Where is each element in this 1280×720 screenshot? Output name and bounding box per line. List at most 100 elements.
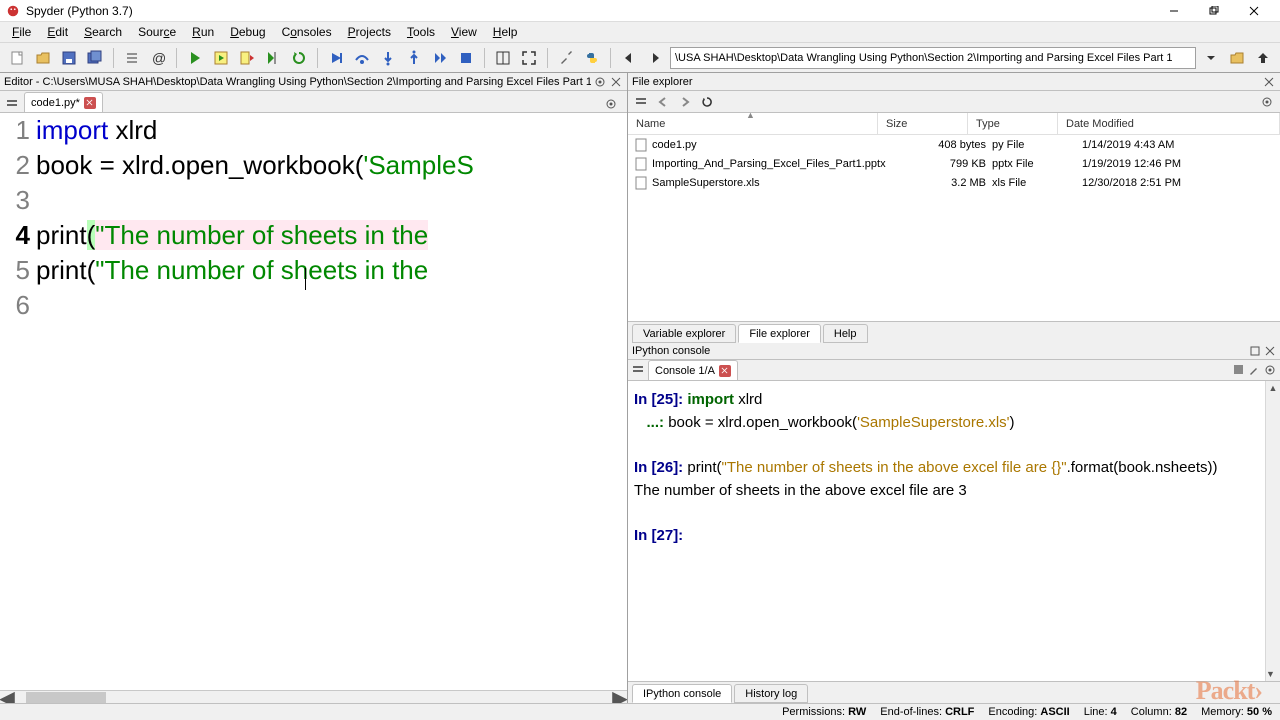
console-tab-close-icon[interactable] (719, 365, 731, 377)
console-tab-list-icon[interactable] (632, 364, 644, 376)
menu-file[interactable]: File (4, 23, 39, 41)
save-all-button[interactable] (84, 47, 106, 69)
parent-dir-button[interactable] (1252, 47, 1274, 69)
python-path-button[interactable] (581, 47, 603, 69)
tab-close-icon[interactable] (84, 97, 96, 109)
tab-file-explorer[interactable]: File explorer (738, 324, 821, 343)
path-dropdown-button[interactable] (1200, 47, 1222, 69)
step-out-button[interactable] (403, 47, 425, 69)
file-date: 1/19/2019 12:46 PM (1082, 158, 1280, 170)
new-file-button[interactable] (6, 47, 28, 69)
continue-button[interactable] (429, 47, 451, 69)
stop-debug-button[interactable] (455, 47, 477, 69)
file-explorer-rows: code1.py408 bytespy File1/14/2019 4:43 A… (628, 135, 1280, 321)
file-row[interactable]: SampleSuperstore.xls3.2 MBxls File12/30/… (628, 173, 1280, 192)
at-button[interactable]: @ (147, 47, 169, 69)
browse-dir-button[interactable] (1226, 47, 1248, 69)
console-edit-icon[interactable] (1248, 364, 1260, 376)
file-type: py File (992, 139, 1082, 151)
fx-refresh-icon[interactable] (698, 93, 716, 111)
sort-indicator-icon: ▲ (746, 110, 755, 120)
statusbar: Permissions: RW End-of-lines: CRLF Encod… (0, 703, 1280, 720)
debug-button[interactable] (325, 47, 347, 69)
layout-button[interactable] (492, 47, 514, 69)
forward-button[interactable] (644, 47, 666, 69)
code-token: print (36, 220, 87, 250)
console-options-icon[interactable] (1264, 364, 1276, 376)
maximize-button[interactable] (1194, 1, 1234, 21)
console-tab[interactable]: Console 1/A (648, 360, 738, 380)
console-max-icon[interactable] (1248, 345, 1261, 358)
col-date[interactable]: Date Modified (1058, 113, 1280, 134)
menubar: File Edit Search Source Run Debug Consol… (0, 22, 1280, 43)
menu-search[interactable]: Search (76, 23, 130, 41)
list-button[interactable] (121, 47, 143, 69)
file-explorer-close-icon[interactable] (1262, 75, 1276, 89)
minimize-button[interactable] (1154, 1, 1194, 21)
file-icon (634, 157, 648, 171)
menu-edit[interactable]: Edit (39, 23, 76, 41)
rerun-button[interactable] (288, 47, 310, 69)
tab-help[interactable]: Help (823, 324, 868, 343)
file-size: 3.2 MB (902, 177, 992, 189)
run-cell-button[interactable] (210, 47, 232, 69)
col-size[interactable]: Size (878, 113, 968, 134)
fx-list-icon[interactable] (632, 93, 650, 111)
editor-tabbar: code1.py* (0, 91, 627, 113)
tab-history-log[interactable]: History log (734, 684, 808, 703)
preferences-button[interactable] (555, 47, 577, 69)
separator (113, 48, 114, 68)
menu-source[interactable]: Source (130, 23, 184, 41)
menu-debug[interactable]: Debug (222, 23, 273, 41)
menu-view[interactable]: View (443, 23, 485, 41)
save-button[interactable] (58, 47, 80, 69)
fx-back-icon[interactable] (654, 93, 672, 111)
fullscreen-button[interactable] (518, 47, 540, 69)
menu-consoles[interactable]: Consoles (274, 23, 340, 41)
open-file-button[interactable] (32, 47, 54, 69)
file-size: 408 bytes (902, 139, 992, 151)
file-size: 799 KB (902, 158, 992, 170)
code-editor[interactable]: 1import xlrd 2book = xlrd.open_workbook(… (0, 113, 627, 705)
status-column: Column: 82 (1131, 706, 1187, 718)
file-row[interactable]: code1.py408 bytespy File1/14/2019 4:43 A… (628, 135, 1280, 154)
editor-gear-icon[interactable] (603, 96, 619, 112)
file-name: Importing_And_Parsing_Excel_Files_Part1.… (652, 158, 902, 170)
console-v-scrollbar[interactable]: ▲▼ (1265, 381, 1280, 681)
fx-forward-icon[interactable] (676, 93, 694, 111)
code-token: import (36, 115, 108, 145)
file-type: pptx File (992, 158, 1082, 170)
file-explorer-header: File explorer (628, 73, 1280, 91)
file-name: SampleSuperstore.xls (652, 177, 902, 189)
col-type[interactable]: Type (968, 113, 1058, 134)
run-selection-button[interactable] (262, 47, 284, 69)
back-button[interactable] (618, 47, 640, 69)
editor-tab[interactable]: code1.py* (24, 92, 103, 112)
menu-tools[interactable]: Tools (399, 23, 443, 41)
step-over-button[interactable] (351, 47, 373, 69)
editor-options-icon[interactable] (593, 75, 607, 89)
window-title: Spyder (Python 3.7) (26, 4, 1154, 18)
console-stop-icon[interactable] (1233, 364, 1244, 376)
run-button[interactable] (184, 47, 206, 69)
run-cell-advance-button[interactable] (236, 47, 258, 69)
menu-help[interactable]: Help (485, 23, 526, 41)
tab-ipython-console[interactable]: IPython console (632, 684, 732, 703)
separator (484, 48, 485, 68)
console-output[interactable]: In [25]: import xlrd ...: book = xlrd.op… (628, 381, 1280, 681)
editor-close-icon[interactable] (609, 75, 623, 89)
tab-list-icon[interactable] (4, 96, 20, 112)
menu-projects[interactable]: Projects (340, 23, 399, 41)
editor-tab-label: code1.py* (31, 97, 80, 109)
console-close-icon[interactable] (1263, 345, 1276, 358)
separator (610, 48, 611, 68)
close-button[interactable] (1234, 1, 1274, 21)
separator (317, 48, 318, 68)
working-directory-input[interactable]: \USA SHAH\Desktop\Data Wrangling Using P… (670, 47, 1196, 69)
editor-pane: Editor - C:\Users\MUSA SHAH\Desktop\Data… (0, 73, 628, 705)
fx-options-icon[interactable] (1258, 93, 1276, 111)
menu-run[interactable]: Run (184, 23, 222, 41)
step-into-button[interactable] (377, 47, 399, 69)
tab-variable-explorer[interactable]: Variable explorer (632, 324, 736, 343)
file-row[interactable]: Importing_And_Parsing_Excel_Files_Part1.… (628, 154, 1280, 173)
